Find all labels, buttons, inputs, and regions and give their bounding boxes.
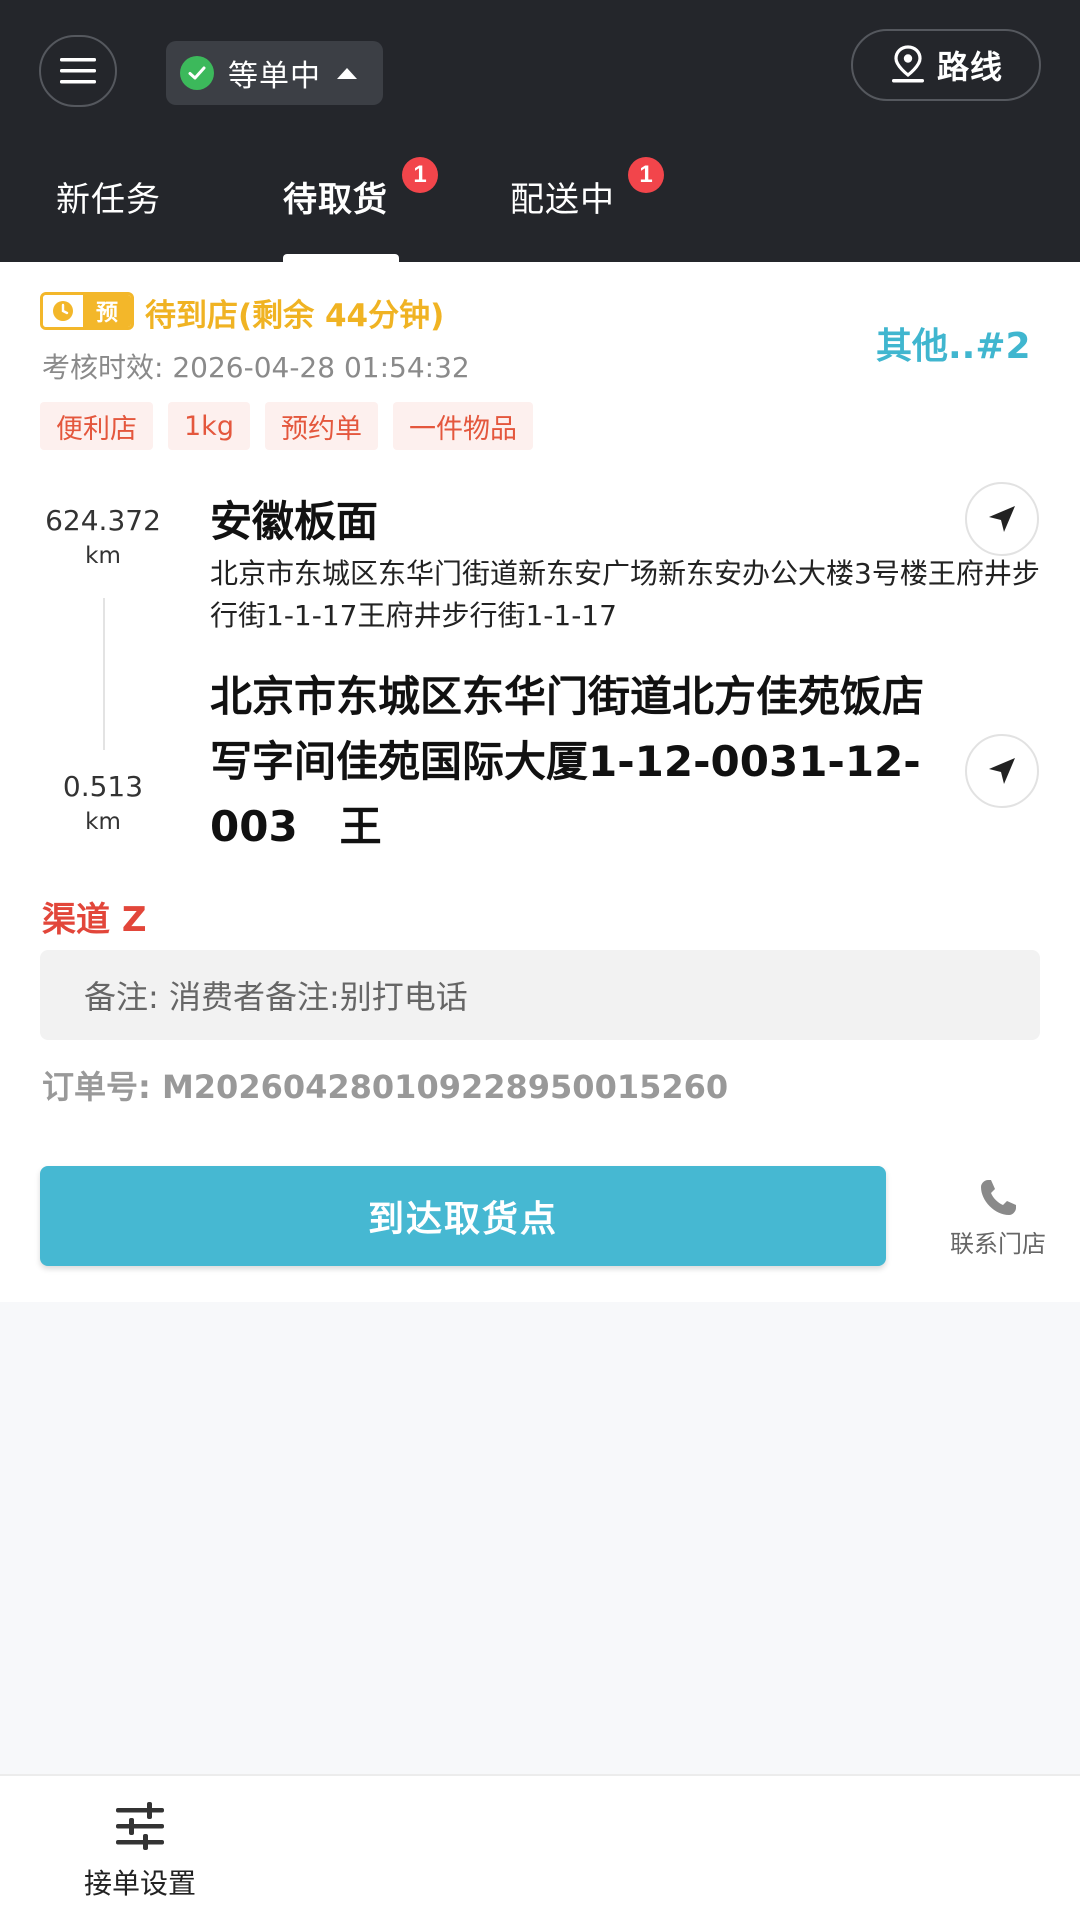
caret-up-icon: [337, 67, 357, 79]
order-sequence: 其他..#2: [876, 326, 1031, 367]
shop-distance-value: 624.372: [45, 504, 161, 537]
customer-note: 备注: 消费者备注:别打电话: [40, 950, 1040, 1040]
arrive-pickup-button[interactable]: 到达取货点: [40, 1166, 886, 1266]
work-status-dropdown[interactable]: 等单中: [166, 41, 383, 105]
bottom-bar: 接单设置: [0, 1774, 1080, 1920]
route-connector-line: [103, 598, 105, 750]
menu-button[interactable]: [39, 35, 117, 107]
route-button[interactable]: 路线: [851, 29, 1041, 101]
order-number: 订单号: M202604280109228950015260: [42, 1068, 729, 1106]
tab-pending-pickup[interactable]: 待取货: [283, 172, 388, 221]
destination-distance-value: 0.513: [62, 770, 144, 803]
contact-store-button[interactable]: 联系门店: [930, 1176, 1066, 1259]
wait-status: 待到店(剩余 44分钟): [145, 298, 445, 334]
menu-icon: [60, 58, 96, 84]
work-status-label: 等单中: [228, 59, 321, 94]
order-card: 预 待到店(剩余 44分钟) 其他..#2 考核时效: 2026-04-28 0…: [0, 262, 1080, 1302]
phone-icon: [981, 1180, 1016, 1215]
order-settings-button[interactable]: 接单设置: [60, 1802, 220, 1902]
tab-new-tasks[interactable]: 新任务: [56, 172, 161, 221]
delivering-count-badge: 1: [628, 157, 664, 193]
route-label: 路线: [936, 48, 1003, 86]
channel-label: 渠道 Z: [42, 900, 147, 940]
navigate-to-destination-button[interactable]: [965, 734, 1039, 808]
sliders-icon: [116, 1802, 164, 1850]
shop-distance-unit: km: [85, 543, 121, 569]
reservation-label: 预: [83, 295, 131, 327]
tag-reservation: 预约单: [264, 402, 378, 450]
destination-distance: 0.513 km: [38, 770, 168, 835]
reservation-badge: 预: [40, 292, 134, 330]
tag-weight: 1kg: [168, 402, 250, 450]
destination-address: 北京市东城区东华门街道北方佳苑饭店写字间佳苑国际大厦1-12-0031-12-0…: [210, 672, 925, 851]
navigate-to-shop-button[interactable]: [965, 482, 1039, 556]
tag-item-count: 一件物品: [392, 402, 533, 450]
destination-distance-unit: km: [85, 809, 121, 835]
clock-icon: [43, 295, 83, 327]
tab-delivering[interactable]: 配送中: [510, 172, 615, 221]
pending-pickup-count-badge: 1: [402, 157, 438, 193]
shop-distance: 624.372 km: [38, 504, 168, 569]
active-tab-indicator: [283, 254, 399, 262]
map-pin-icon: [891, 45, 924, 83]
navigation-arrow-icon: [989, 758, 1015, 784]
shop-address: 北京市东城区东华门街道新东安广场新东安办公大楼3号楼王府井步行街1-1-17王府…: [210, 557, 1040, 632]
navigation-arrow-icon: [989, 506, 1015, 532]
top-header: 等单中 路线 新任务 待取货 1 配送中 1: [0, 0, 1080, 262]
order-tags: 便利店 1kg 预约单 一件物品: [40, 402, 548, 450]
shop-name: 安徽板面: [210, 497, 379, 546]
order-settings-label: 接单设置: [83, 1867, 196, 1900]
tag-store-type: 便利店: [40, 402, 153, 450]
check-circle-icon: [180, 56, 214, 90]
deadline-time: 考核时效: 2026-04-28 01:54:32: [42, 351, 470, 384]
contact-store-label: 联系门店: [950, 1230, 1046, 1258]
